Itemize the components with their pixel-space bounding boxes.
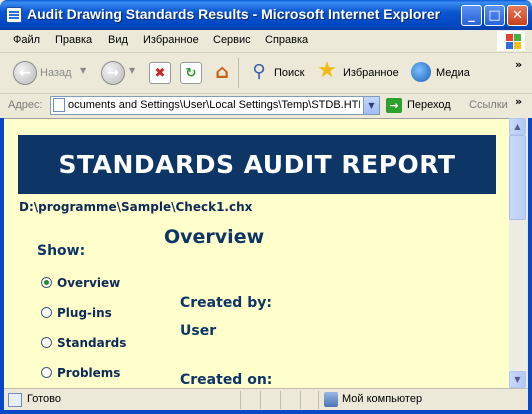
status-bar: Готово Мой компьютер: [4, 388, 528, 411]
status-divider: [260, 391, 261, 409]
go-arrow-icon[interactable]: →: [386, 98, 402, 113]
minimize-button[interactable]: _: [461, 5, 482, 26]
status-divider: [240, 391, 241, 409]
media-label[interactable]: Медиа: [436, 67, 470, 79]
forward-arrow-icon[interactable]: →: [101, 61, 125, 85]
window-frame-bottom: [0, 410, 532, 414]
status-text: Готово: [27, 393, 61, 405]
address-label: Адрес:: [8, 99, 43, 111]
links-chevron-icon[interactable]: »: [515, 95, 522, 108]
ie-document-icon: [6, 7, 22, 23]
page-icon: [53, 98, 65, 112]
created-on-label: Created on:: [180, 372, 273, 388]
favorites-star-icon[interactable]: ★: [316, 60, 338, 82]
scrollbar-thumb[interactable]: [509, 135, 526, 220]
radio-label: Overview: [57, 276, 121, 290]
menu-tools[interactable]: Сервис: [213, 34, 251, 46]
media-globe-icon[interactable]: [411, 62, 431, 82]
scroll-down-icon[interactable]: ▼: [509, 371, 526, 388]
status-page-icon: [8, 393, 22, 407]
zone-text: Мой компьютер: [342, 393, 423, 405]
refresh-icon[interactable]: ↻: [180, 62, 202, 84]
go-button[interactable]: Переход: [407, 99, 451, 111]
menu-file[interactable]: Файл: [13, 34, 40, 46]
links-label[interactable]: Ссылки: [469, 99, 508, 111]
home-icon[interactable]: ⌂: [211, 61, 233, 83]
address-bar: Адрес: ocuments and Settings\User\Local …: [0, 94, 532, 118]
created-by-label: Created by:: [180, 295, 272, 311]
vertical-scrollbar[interactable]: ▲ ▼: [509, 118, 526, 388]
windows-logo-icon: [497, 31, 525, 51]
radio-label: Plug-ins: [57, 306, 112, 320]
radio-button[interactable]: [41, 277, 52, 288]
status-divider: [280, 391, 281, 409]
search-icon[interactable]: ⚲: [248, 61, 270, 83]
report-banner: STANDARDS AUDIT REPORT: [18, 135, 496, 194]
menu-help[interactable]: Справка: [265, 34, 308, 46]
file-path: D:\programme\Sample\Check1.chx: [19, 200, 253, 214]
section-title: Overview: [164, 226, 265, 248]
toolbar-separator: [238, 58, 239, 88]
maximize-button[interactable]: □: [484, 5, 505, 26]
close-button[interactable]: ✕: [507, 5, 528, 26]
radio-button[interactable]: [41, 337, 52, 348]
toolbar-chevron-icon[interactable]: »: [515, 58, 522, 71]
back-label[interactable]: Назад: [40, 67, 72, 79]
status-divider: [318, 391, 319, 409]
scroll-up-icon[interactable]: ▲: [509, 118, 526, 135]
menu-view[interactable]: Вид: [108, 34, 128, 46]
window-title: Audit Drawing Standards Results - Micros…: [27, 6, 441, 22]
address-value: ocuments and Settings\User\Local Setting…: [68, 99, 360, 111]
radio-button[interactable]: [41, 367, 52, 378]
radio-label: Problems: [57, 366, 121, 380]
show-label: Show:: [37, 243, 86, 259]
created-by-value: User: [180, 323, 217, 339]
menu-edit[interactable]: Правка: [55, 34, 92, 46]
status-divider: [300, 391, 301, 409]
radio-button[interactable]: [41, 307, 52, 318]
address-dropdown-icon[interactable]: ▼: [363, 97, 379, 114]
menu-favorites[interactable]: Избранное: [143, 34, 199, 46]
back-dropdown-icon[interactable]: ▼: [80, 66, 86, 75]
page-content: STANDARDS AUDIT REPORT D:\programme\Samp…: [4, 118, 509, 389]
address-input[interactable]: ocuments and Settings\User\Local Setting…: [50, 96, 380, 115]
stop-icon[interactable]: ✖: [149, 62, 171, 84]
back-arrow-icon[interactable]: ←: [13, 61, 37, 85]
search-label[interactable]: Поиск: [274, 67, 304, 79]
radio-label: Standards: [57, 336, 127, 350]
favorites-label[interactable]: Избранное: [343, 67, 399, 79]
my-computer-icon: [324, 392, 338, 407]
forward-dropdown-icon[interactable]: ▼: [129, 66, 135, 75]
